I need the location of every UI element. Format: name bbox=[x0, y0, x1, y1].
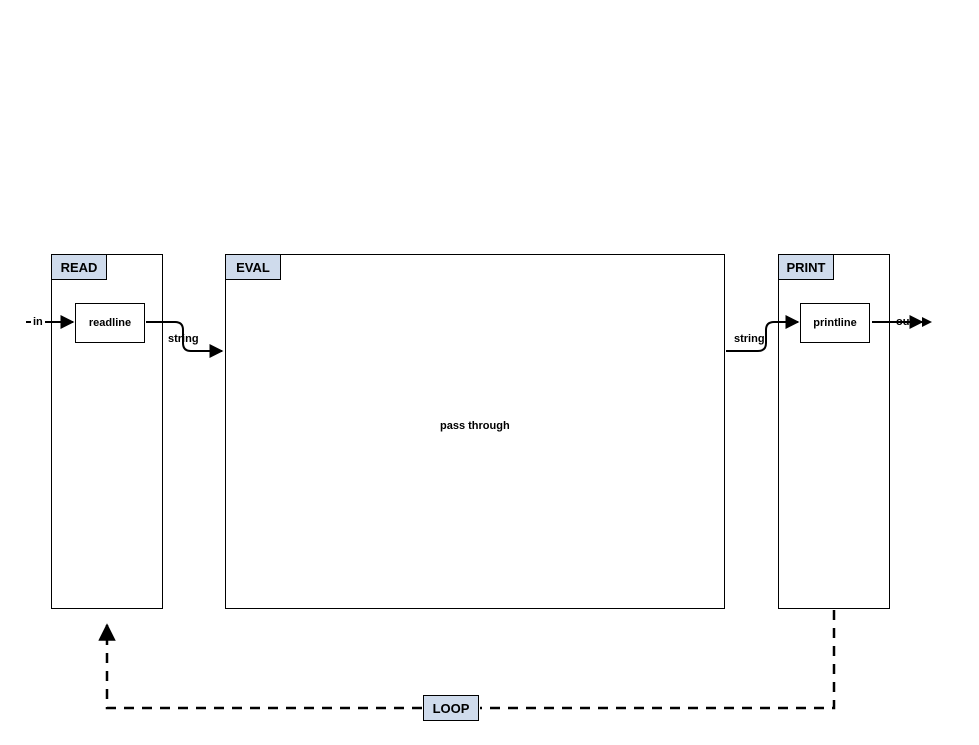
pass-through-label: pass through bbox=[440, 420, 510, 432]
readline-node: readline bbox=[75, 303, 145, 343]
printline-node: printline bbox=[800, 303, 870, 343]
string-label-1: string bbox=[168, 333, 199, 345]
eval-stage-label: EVAL bbox=[225, 254, 281, 280]
string-label-2: string bbox=[734, 333, 765, 345]
read-stage-label: READ bbox=[51, 254, 107, 280]
print-stage-label: PRINT bbox=[778, 254, 834, 280]
loop-path-left bbox=[107, 625, 422, 708]
loop-path-right bbox=[480, 610, 834, 708]
out-port-label: out bbox=[896, 316, 913, 328]
in-port-label: in bbox=[33, 316, 43, 328]
loop-label: LOOP bbox=[423, 695, 479, 721]
